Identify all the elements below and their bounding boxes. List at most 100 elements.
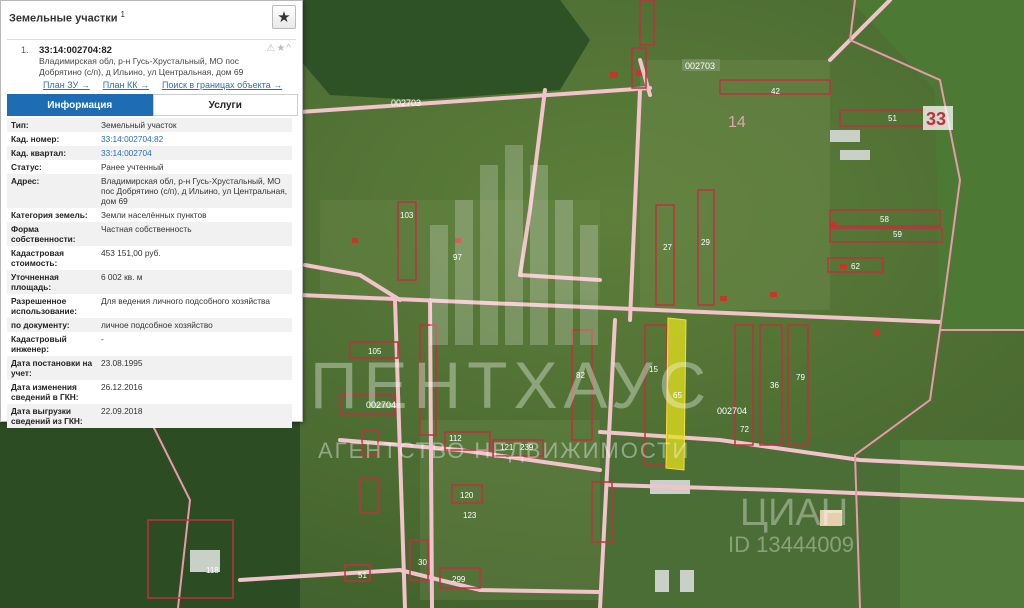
watermark-id: ID 13444009: [728, 532, 854, 557]
field-label: Кадастровая стоимость:: [11, 248, 64, 268]
field-label: по документу:: [7, 318, 97, 332]
parcel-number: 103: [400, 211, 414, 220]
parcel-number: 112: [449, 434, 462, 443]
plan-kk-link[interactable]: План КК →: [103, 80, 149, 90]
watermark-corner: ЦИАН: [740, 492, 848, 534]
parcel-number: 72: [740, 425, 749, 434]
table-row: Кадастровая стоимость: 453 151,00 руб.: [7, 246, 292, 270]
field-value: Земли населённых пунктов: [101, 210, 207, 220]
panel-title-text: Земельные участки: [9, 12, 118, 25]
parcel-number: 239: [520, 443, 534, 452]
table-row: Категория земель: Земли населённых пункто…: [7, 208, 292, 222]
forest-area: [300, 0, 590, 100]
field-value: 26.12.2016: [101, 382, 143, 392]
plan-zu-link[interactable]: План ЗУ →: [43, 80, 90, 90]
field-label: Категория земель:: [11, 210, 88, 220]
parcel-number: 58: [880, 215, 889, 224]
field-label: Кад. номер:: [11, 134, 60, 144]
field-label: Кадастровый инженер:: [11, 334, 67, 354]
table-row: Статус: Ранее учтенный: [7, 160, 292, 174]
field-value: 453 151,00 руб.: [101, 248, 161, 258]
table-row: Форма собственности: Частная собственност…: [7, 222, 292, 246]
field-value: Для ведения личного подсобного хозяйства: [101, 296, 270, 306]
table-row: Уточненная площадь: 6 002 кв. м: [7, 270, 292, 294]
table-row: Дата изменения сведений в ГКН: 26.12.2016: [7, 380, 292, 404]
quarter-label: 002704: [717, 406, 747, 416]
land-plots-panel: Земельные участки 1 ★ 1. ⚠★^ 33:14:00270…: [0, 0, 303, 428]
table-row: Дата выгрузки сведений из ГКН: 22.09.2018: [7, 404, 292, 428]
parcel-number: 30: [418, 558, 427, 567]
table-row: по документу: личное подсобное хозяйство: [7, 318, 292, 332]
parcel-number: 15: [649, 365, 658, 374]
star-outline-icon[interactable]: ★: [276, 43, 286, 54]
parcel-number: 299: [452, 575, 466, 584]
star-icon: ★: [277, 9, 291, 26]
quarter-label: 002704: [366, 400, 396, 410]
field-value: личное подсобное хозяйство: [97, 318, 292, 332]
field-label: Статус:: [11, 162, 42, 172]
parcel-number: 82: [576, 371, 585, 380]
field-value: Земельный участок: [97, 118, 292, 132]
info-table: Тип: Земельный участок Кад. номер: 33:14:00…: [7, 118, 292, 428]
panel-title: Земельные участки 1: [9, 10, 125, 25]
table-row: Дата постановки на учет: 23.08.1995: [7, 356, 292, 380]
parcel-number: 36: [770, 381, 779, 390]
result-cad-number[interactable]: 33:14:002704:82: [39, 45, 296, 56]
district-label: 33: [926, 109, 946, 129]
field-value: 23.08.1995: [97, 356, 292, 380]
table-row: Кад. номер: 33:14:002704:82: [7, 132, 292, 146]
quarter-label: 002703: [391, 98, 421, 108]
field-label: Форма собственности:: [7, 222, 97, 246]
result-address: Владимирская обл, р-н Гусь-Хрустальный, …: [39, 56, 244, 77]
tab-information[interactable]: Информация: [7, 94, 153, 116]
quarter-label: 002703: [685, 61, 715, 71]
field-label: Дата постановки на учет:: [7, 356, 97, 380]
field-label: Разрешенное использование:: [11, 296, 78, 316]
parcel-number: 97: [453, 253, 462, 262]
parcel-number: 59: [893, 230, 902, 239]
parcel-number: 105: [368, 347, 382, 356]
parcel-number: 120: [460, 491, 474, 500]
district-label: 14: [728, 114, 746, 131]
field-value[interactable]: 33:14:002704: [97, 146, 292, 160]
tab-services[interactable]: Услуги: [152, 94, 298, 116]
panel-header: Земельные участки 1 ★: [1, 1, 302, 33]
parcel-number: 118: [206, 566, 219, 575]
warning-icon[interactable]: ⚠: [266, 43, 276, 54]
parcel-number: 62: [851, 262, 860, 271]
parcel-number: 27: [663, 243, 672, 252]
parcel-number: 121: [500, 443, 514, 452]
table-row: Кадастровый инженер: -: [7, 332, 292, 356]
parcel-number: 123: [463, 511, 477, 520]
result-card[interactable]: 1. ⚠★^ 33:14:002704:82 Владимирская обл,…: [7, 39, 296, 90]
field-value: -: [101, 334, 104, 344]
field-label: Дата изменения сведений в ГКН:: [11, 382, 79, 402]
field-label: Дата выгрузки сведений из ГКН:: [7, 404, 97, 428]
table-row: Разрешенное использование: Для ведения ли…: [7, 294, 292, 318]
watermark-main: ПЕНТХАУС: [310, 348, 712, 422]
field-label: Уточненная площадь:: [7, 270, 97, 294]
table-row: Адрес: Владимирская обл, р-н Гусь-Хрустал…: [7, 174, 292, 208]
collapse-icon[interactable]: ^: [286, 43, 292, 54]
field-value: 6 002 кв. м: [97, 270, 292, 294]
result-index: 1.: [21, 45, 29, 55]
field-label: Кад. квартал:: [7, 146, 97, 160]
favorite-button[interactable]: ★: [272, 5, 296, 29]
field-value: Ранее учтенный: [101, 162, 164, 172]
search-in-bounds-link[interactable]: Поиск в границах объекта →: [162, 80, 282, 90]
field-label: Адрес:: [7, 174, 97, 208]
result-links: План ЗУ → План КК → Поиск в границах объ…: [43, 80, 296, 90]
field-value[interactable]: 33:14:002704:82: [97, 132, 292, 146]
table-row: Тип: Земельный участок: [7, 118, 292, 132]
field-value: Владимирская обл, р-н Гусь-Хрустальный, …: [97, 174, 292, 208]
parcel-number: 42: [771, 87, 780, 96]
parcel-number: 79: [796, 373, 805, 382]
parcel-number: 65: [673, 391, 682, 400]
result-count: 1: [120, 9, 125, 19]
field-value: Частная собственность: [97, 222, 292, 246]
field-label: Тип:: [7, 118, 97, 132]
parcel-number: 51: [888, 114, 897, 123]
card-actions[interactable]: ⚠★^: [266, 43, 292, 54]
parcel-number: 29: [701, 238, 710, 247]
table-row: Кад. квартал: 33:14:002704: [7, 146, 292, 160]
